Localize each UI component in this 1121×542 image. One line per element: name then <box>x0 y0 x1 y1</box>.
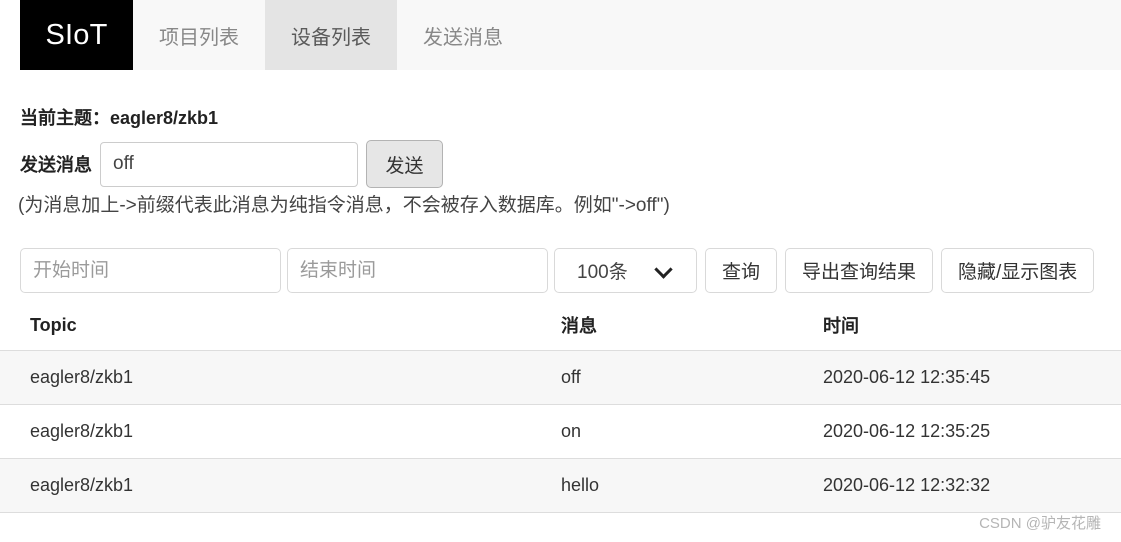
cell-message: on <box>561 421 582 441</box>
send-message-input[interactable] <box>100 141 358 187</box>
start-time-input[interactable] <box>20 248 281 293</box>
send-message-label: 发送消息 <box>20 155 92 175</box>
top-navigation-bar: SIoT 项目列表 设备列表 发送消息 <box>0 0 1121 70</box>
nav-item-device-list[interactable]: 设备列表 <box>265 0 397 70</box>
send-message-row: 发送消息 发送 <box>20 140 443 188</box>
cell-topic: eagler8/zkb1 <box>30 421 134 441</box>
record-count-value: 100条 <box>577 262 628 283</box>
cell-time: 2020-06-12 12:35:45 <box>823 367 991 387</box>
table-row[interactable]: eagler8/zkb1 on 2020-06-12 12:35:25 <box>0 404 1121 458</box>
query-button[interactable]: 查询 <box>705 248 778 293</box>
brand-logo[interactable]: SIoT <box>20 0 133 70</box>
chevron-down-icon <box>654 259 673 279</box>
cell-topic: eagler8/zkb1 <box>30 475 134 495</box>
nav-item-send-message[interactable]: 发送消息 <box>397 0 529 70</box>
column-header-topic: Topic <box>30 314 77 335</box>
nav-item-project-list[interactable]: 项目列表 <box>133 0 265 70</box>
cell-time: 2020-06-12 12:32:32 <box>823 475 991 495</box>
table-row[interactable]: eagler8/zkb1 off 2020-06-12 12:35:45 <box>0 350 1121 404</box>
page-root: SIoT 项目列表 设备列表 发送消息 当前主题：eagler8/zkb1 发送… <box>0 0 1121 542</box>
command-prefix-hint: (为消息加上->前缀代表此消息为纯指令消息，不会被存入数据库。例如"->off"… <box>18 195 670 216</box>
table-bottom-divider <box>0 512 1121 513</box>
query-filter-row: 100条 查询 导出查询结果 隐藏/显示图表 <box>20 248 1102 293</box>
nav-left-spacer <box>0 0 20 70</box>
column-header-time: 时间 <box>823 316 859 336</box>
column-header-message: 消息 <box>561 316 597 336</box>
send-button[interactable]: 发送 <box>366 140 443 188</box>
record-count-select[interactable]: 100条 <box>554 248 697 293</box>
csdn-watermark: CSDN @驴友花雕 <box>979 515 1101 532</box>
current-topic-label: 当前主题：eagler8/zkb1 <box>20 108 219 128</box>
export-results-button[interactable]: 导出查询结果 <box>785 248 934 293</box>
toggle-chart-button[interactable]: 隐藏/显示图表 <box>941 248 1095 293</box>
cell-topic: eagler8/zkb1 <box>30 367 134 387</box>
cell-message: hello <box>561 475 600 495</box>
cell-time: 2020-06-12 12:35:25 <box>823 421 991 441</box>
table-row[interactable]: eagler8/zkb1 hello 2020-06-12 12:32:32 <box>0 458 1121 512</box>
end-time-input[interactable] <box>287 248 548 293</box>
cell-message: off <box>561 367 581 387</box>
table-header-row: Topic 消息 时间 <box>0 300 1121 350</box>
messages-table: Topic 消息 时间 eagler8/zkb1 off 2020-06-12 … <box>0 300 1121 513</box>
